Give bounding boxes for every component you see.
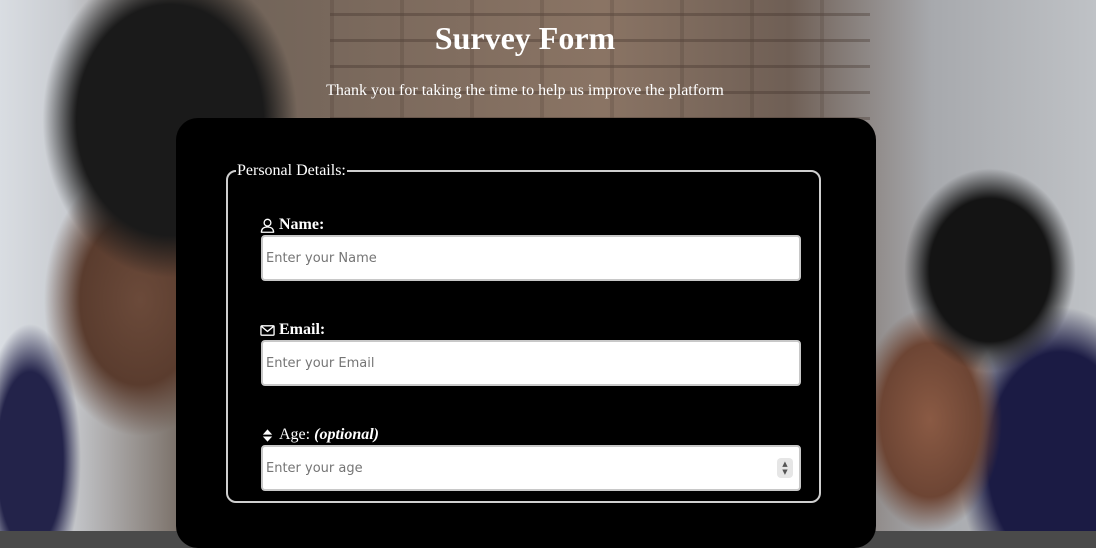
envelope-icon (260, 324, 275, 336)
name-label-text: Name: (279, 216, 325, 233)
survey-form-card: Personal Details: Name: Email: Ag (176, 118, 876, 548)
personal-details-legend: Personal Details: (237, 162, 346, 179)
personal-details-fieldset: Personal Details: Name: Email: Ag (226, 162, 821, 503)
age-input[interactable] (261, 445, 801, 491)
name-input[interactable] (261, 235, 801, 281)
email-label-text: Email: (279, 321, 326, 338)
age-optional-note: (optional) (314, 426, 379, 443)
background-brick-wall (330, 0, 870, 120)
name-label: Name: (260, 216, 324, 234)
email-input[interactable] (261, 340, 801, 386)
sort-icon (262, 428, 273, 442)
age-label-text: Age: (279, 426, 311, 443)
age-label: Age: (optional) (260, 426, 379, 444)
user-icon (260, 218, 275, 233)
email-label: Email: (260, 321, 325, 339)
page-title: Survey Form (434, 20, 616, 56)
age-stepper[interactable]: ▲ ▼ (777, 458, 793, 478)
page-subtitle: Thank you for taking the time to help us… (326, 82, 724, 99)
stepper-down-icon[interactable]: ▼ (782, 468, 787, 476)
stepper-up-icon[interactable]: ▲ (782, 460, 787, 468)
